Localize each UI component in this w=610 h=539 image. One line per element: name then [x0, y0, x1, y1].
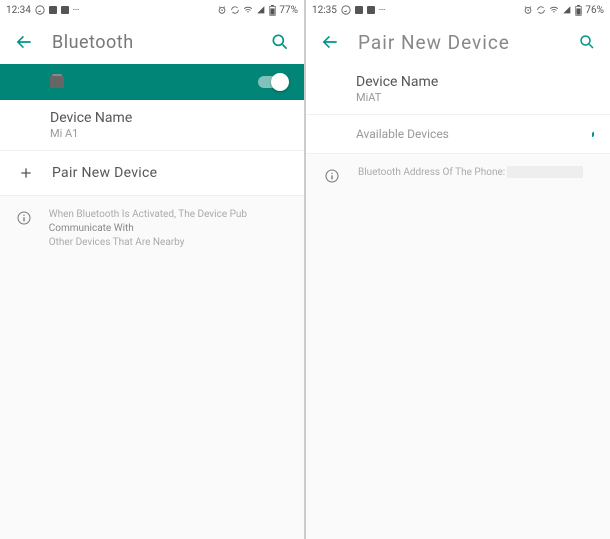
sync-icon: [536, 5, 546, 15]
status-bar: 12:35 ··· 76%: [306, 0, 610, 20]
battery-percent: 76%: [585, 5, 604, 16]
bluetooth-info: When Bluetooth Is Activated, The Device …: [0, 196, 304, 262]
back-button[interactable]: [320, 32, 340, 52]
bluetooth-chip-icon: [50, 76, 64, 88]
clock: 12:34: [6, 5, 31, 16]
alarm-icon: [217, 5, 227, 15]
battery-icon: [575, 5, 582, 16]
device-name-value: MiAT: [356, 91, 594, 104]
info-icon: [16, 210, 33, 226]
search-button[interactable]: [578, 33, 596, 51]
whatsapp-icon: [341, 5, 351, 15]
status-box-icon: [61, 6, 69, 14]
clock: 12:35: [312, 5, 337, 16]
bluetooth-address-value: [507, 166, 583, 178]
status-bar: 12:34 ··· 77%: [0, 0, 304, 20]
signal-icon: [562, 5, 572, 15]
battery-icon: [269, 5, 276, 16]
device-name-value: Mi A1: [50, 127, 288, 140]
app-bar: Pair New Device: [306, 20, 610, 64]
alarm-icon: [523, 5, 533, 15]
device-name-section[interactable]: Device Name Mi A1: [0, 100, 304, 151]
status-label-icon: ···: [73, 6, 79, 14]
app-bar: Bluetooth: [0, 20, 304, 64]
status-box-icon: [355, 6, 363, 14]
scanning-spinner-icon: [590, 131, 594, 137]
sync-icon: [230, 5, 240, 15]
page-title: Bluetooth: [52, 32, 252, 53]
screen-bluetooth: 12:34 ··· 77% Bluetooth Devi: [0, 0, 304, 539]
info-text: When Bluetooth Is Activated, The Device …: [49, 208, 288, 250]
status-label-icon: ···: [379, 6, 385, 14]
pair-label: Pair New Device: [52, 165, 157, 181]
info-icon: [322, 168, 342, 184]
status-box-icon: [367, 6, 375, 14]
bluetooth-toggle-row[interactable]: [0, 64, 304, 100]
back-button[interactable]: [14, 32, 34, 52]
wifi-icon: [549, 5, 559, 15]
plus-icon: [16, 165, 36, 181]
device-name-label: Device Name: [356, 74, 594, 90]
device-name-section[interactable]: Device Name MiAT: [306, 64, 610, 114]
bluetooth-address-info: Bluetooth Address Of The Phone:: [306, 154, 610, 196]
signal-icon: [256, 5, 266, 15]
screen-pair: 12:35 ··· 76% Pair New Device Device Nam…: [306, 0, 610, 539]
available-devices-label: Available Devices: [356, 127, 590, 141]
bluetooth-switch[interactable]: [258, 76, 286, 88]
bluetooth-address-label: Bluetooth Address Of The Phone:: [358, 167, 505, 178]
whatsapp-icon: [35, 5, 45, 15]
pair-new-device-row[interactable]: Pair New Device: [0, 151, 304, 196]
device-name-label: Device Name: [50, 110, 288, 126]
wifi-icon: [243, 5, 253, 15]
page-title: Pair New Device: [358, 31, 560, 54]
info-text: Bluetooth Address Of The Phone:: [358, 166, 583, 180]
search-button[interactable]: [270, 32, 290, 52]
status-box-icon: [49, 6, 57, 14]
battery-percent: 77%: [279, 5, 298, 16]
available-devices-row: Available Devices: [306, 114, 610, 154]
